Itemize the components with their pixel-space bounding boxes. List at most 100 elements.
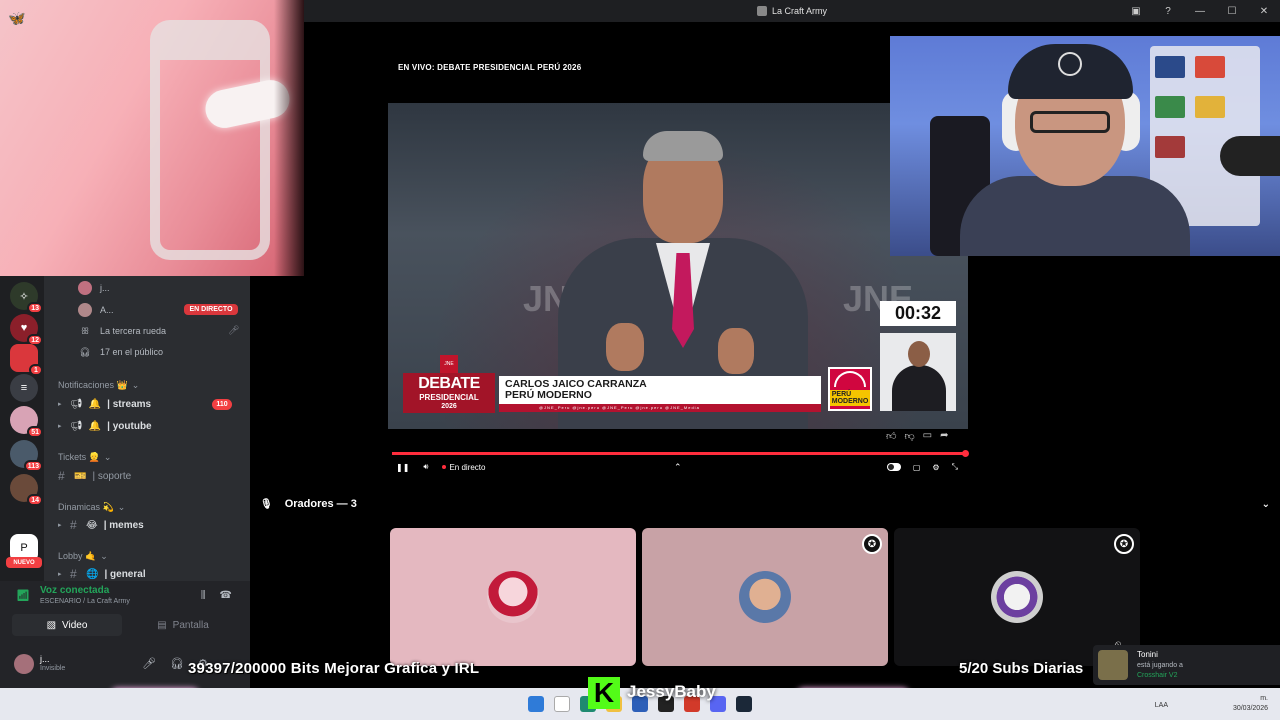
server-icon[interactable]: ✧ 13 — [10, 282, 43, 314]
progress-knob[interactable] — [962, 450, 969, 457]
bits-goal: 39397/200000 Bits Mejorar Grafica y IRL — [188, 660, 480, 677]
windows-start-icon[interactable] — [528, 696, 544, 712]
avatar — [1098, 650, 1128, 680]
window-title: La Craft Army — [771, 6, 827, 16]
ticket-icon: 🎫 — [74, 470, 87, 482]
clock[interactable]: m. 30/03/2026 — [1233, 694, 1268, 714]
speaker-tile[interactable]: ✪ — [642, 528, 888, 666]
maximize-button[interactable]: ☐ — [1224, 3, 1240, 19]
search-icon[interactable] — [554, 696, 570, 712]
headphones-icon[interactable]: 🎧︎ — [170, 657, 184, 670]
screen-share-button[interactable]: ▤ Pantalla — [128, 614, 238, 636]
announcement-icon: 📢︎ — [70, 420, 83, 432]
close-button[interactable]: ✕ — [1256, 3, 1272, 19]
streamer-figure — [960, 176, 1190, 256]
avatar — [487, 571, 539, 623]
moderator-shield-icon: ✪ — [1114, 534, 1134, 554]
channel-streams[interactable]: ▸ 📢︎ 🔔 | streams 110 — [58, 395, 244, 413]
category-lobby[interactable]: Lobby 🤙 ⌄ — [58, 551, 108, 562]
steam-icon[interactable] — [736, 696, 752, 712]
language-indicator[interactable]: LAA — [1155, 702, 1168, 709]
activity-notification[interactable]: Tonini está jugando a Crosshair V2 — [1093, 645, 1280, 685]
avatar — [739, 571, 791, 623]
broadcast-title: EN VIVO: DEBATE PRESIDENCIAL PERÚ 2026 — [398, 63, 582, 72]
volume-icon[interactable]: 🔊︎ — [423, 462, 428, 472]
live-label: En directo — [449, 462, 486, 472]
comment-icon[interactable]: ▭ — [923, 430, 932, 442]
thumbs-down-icon[interactable]: 👎︎ — [904, 430, 914, 442]
hash-icon: # — [70, 567, 77, 581]
chevron-right-icon: ▸ — [58, 401, 62, 408]
chevron-up-icon[interactable]: ⌃ — [674, 462, 682, 473]
settings-icon[interactable]: ⚙ — [932, 463, 939, 472]
category-notificaciones[interactable]: Notificaciones 👑 ⌄ — [58, 380, 139, 391]
autoplay-toggle[interactable] — [886, 463, 901, 471]
notification-user: Tonini — [1137, 650, 1158, 659]
category-dinamicas[interactable]: Dinamicas 💫 ⌄ — [58, 502, 125, 513]
new-badge: NUEVO — [6, 557, 42, 568]
debate-timer: 00:32 — [880, 301, 956, 326]
server-icon[interactable]: ≡ — [10, 374, 38, 402]
speakers-header: 🎙︎ Oradores — 3 ⌄ — [260, 496, 1276, 512]
channel-memes[interactable]: ▸ # 😂 | memes — [58, 516, 244, 534]
audience-count[interactable]: 🎧︎ 17 en el público — [78, 344, 163, 360]
channel-youtube[interactable]: ▸ 📢︎ 🔔 | youtube — [58, 417, 244, 435]
minimize-button[interactable]: — — [1192, 3, 1208, 19]
channel-general[interactable]: ▸ # 🌐 | general — [58, 565, 244, 581]
voice-user[interactable]: A... — [78, 302, 114, 318]
bell-icon: 🔔 — [88, 420, 102, 432]
help-icon[interactable]: ? — [1160, 3, 1176, 19]
headphones-icon: 🎧︎ — [79, 346, 91, 357]
channel-list: j... A... EN DIRECTO ꕥ La tercera rueda … — [44, 276, 250, 581]
user-name[interactable]: j... — [40, 654, 50, 664]
voice-user[interactable]: ꕥ La tercera rueda — [78, 323, 166, 339]
voice-status[interactable]: Voz conectada — [40, 585, 109, 596]
inbox-icon[interactable]: ▣ — [1128, 3, 1144, 19]
server-icon[interactable]: 113 — [10, 440, 43, 472]
server-icon[interactable]: 51 — [10, 406, 43, 438]
progress-bar[interactable] — [392, 450, 969, 457]
speaker-tile[interactable] — [390, 528, 636, 666]
thumbs-up-icon[interactable]: 👍︎ — [886, 430, 896, 442]
kick-logo: K — [588, 677, 620, 709]
jne-logo: JNE — [440, 355, 458, 373]
fullscreen-icon[interactable]: ⤡ — [952, 462, 958, 472]
party-logo: PERÚ MODERNO — [828, 367, 872, 411]
avatar — [78, 303, 92, 317]
server-icon — [756, 6, 767, 16]
voice-connection-panel: 📶︎ Voz conectada ESCENARIO / La Craft Ar… — [0, 581, 250, 645]
signal-icon: 📶︎ — [16, 590, 30, 602]
candidate-name-bar: CARLOS JAICO CARRANZA PERÚ MODERNO — [499, 376, 821, 404]
video-button[interactable]: ▧ Video — [12, 614, 122, 636]
voice-channel[interactable]: ESCENARIO / La Craft Army — [40, 598, 130, 605]
share-icon[interactable]: ➦ — [940, 430, 948, 442]
server-icon[interactable]: 14 — [10, 474, 43, 506]
candidate-party: PERÚ MODERNO — [505, 389, 592, 401]
server-icon[interactable]: 1 — [10, 344, 43, 376]
pause-icon[interactable]: ❚❚ — [396, 463, 409, 472]
avatar[interactable] — [14, 654, 34, 674]
screen: 🦋 La Craft Army ▣ ? — ☐ ✕ EN VIVO: DEBAT… — [0, 0, 1280, 720]
captions-icon[interactable]: ▢ — [913, 463, 921, 472]
screen-icon: ▤ — [157, 619, 167, 631]
category-tickets[interactable]: Tickets 👱 ⌄ — [58, 452, 111, 463]
disconnect-icon[interactable]: ☎ — [220, 590, 232, 601]
channel-soporte[interactable]: # 🎫 | soporte — [58, 467, 244, 485]
voice-user[interactable]: j... — [78, 280, 110, 296]
chevron-down-icon: ⌄ — [100, 551, 108, 561]
server-icon[interactable]: ♥ 12 — [10, 314, 43, 346]
noise-suppression-icon[interactable]: ⫼ — [201, 590, 206, 601]
camera-off-icon: ▧ — [46, 619, 57, 631]
speakers-title: Oradores — 3 — [284, 498, 357, 510]
unread-count: 110 — [212, 398, 232, 410]
subs-goal: 5/20 Subs Diarias — [959, 660, 1084, 677]
chevron-down-icon[interactable]: ⌄ — [1262, 499, 1270, 510]
video-actions: 👍︎ 👎︎ ▭ ➦ — [886, 430, 948, 442]
live-badge: EN DIRECTO — [184, 304, 238, 315]
microphone-icon[interactable]: 🎤︎ — [142, 657, 156, 670]
webcam-chair — [150, 20, 270, 260]
announcement-icon: 📢︎ — [70, 398, 83, 410]
globe-icon: 🌐 — [86, 568, 99, 580]
webcam-left: 🦋 — [0, 0, 304, 276]
butterfly-icon: 🦋 — [8, 10, 26, 26]
